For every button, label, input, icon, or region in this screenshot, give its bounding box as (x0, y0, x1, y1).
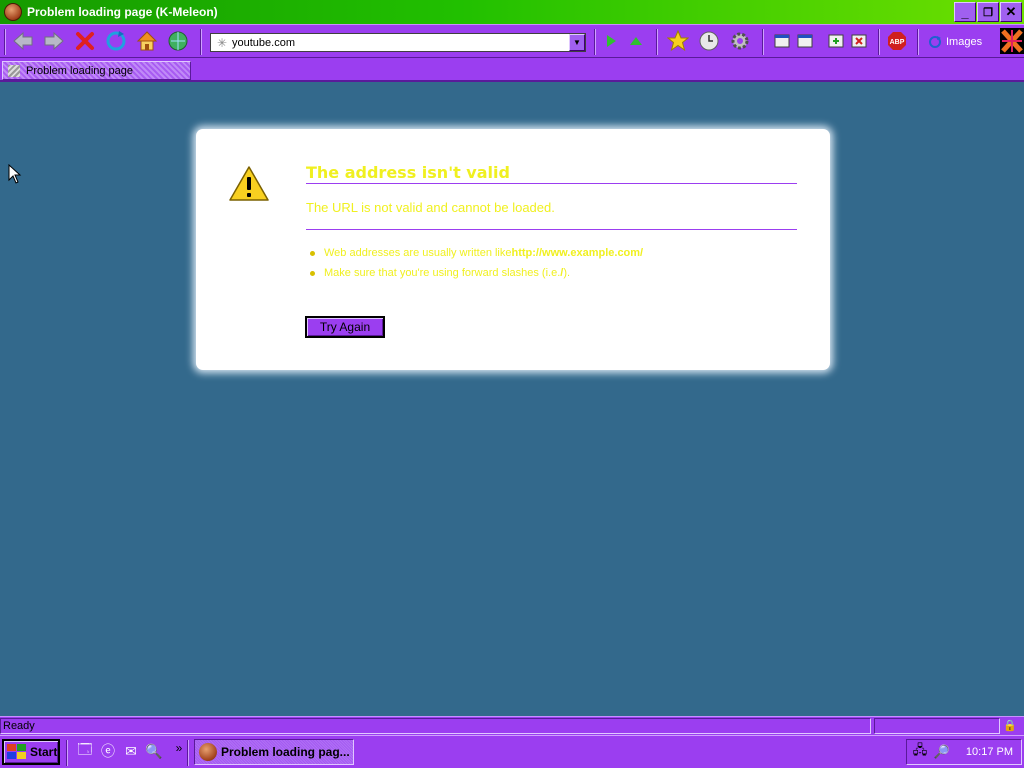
adblock-button[interactable]: ABP (886, 30, 908, 52)
mouse-cursor-icon (8, 164, 22, 184)
reload-icon (106, 31, 126, 51)
title-bar: Problem loading page (K-Meleon) _ ❐ ✕ (0, 0, 1024, 24)
window-title: Problem loading page (K-Meleon) (27, 5, 218, 19)
tab-label: Problem loading page (26, 64, 134, 77)
tab-favicon-icon (8, 64, 20, 77)
hint-example-url: http://www.example.com/ (511, 247, 644, 259)
back-button[interactable] (12, 30, 34, 52)
quicklaunch-desktop-icon[interactable]: 🗔 (76, 741, 94, 760)
try-again-button[interactable]: Try Again (305, 316, 385, 338)
back-icon (13, 31, 33, 51)
hint-text: Web addresses are usually written like (324, 247, 512, 259)
url-input[interactable] (232, 35, 569, 50)
url-bar[interactable]: ✳ ▼ (210, 33, 586, 52)
forward-icon (44, 31, 64, 51)
page-content: The address isn't valid The URL is not v… (0, 84, 1024, 716)
task-label: Problem loading pag... (221, 745, 350, 759)
up-button[interactable] (625, 30, 647, 52)
settings-button[interactable] (729, 30, 751, 52)
start-label: Start (30, 745, 58, 759)
hint-tail: ). (563, 267, 571, 279)
list-item: Web addresses are usually written like h… (306, 247, 643, 259)
forward-button[interactable] (43, 30, 65, 52)
new-tab-button[interactable] (825, 30, 847, 52)
home-button[interactable] (136, 30, 158, 52)
clock[interactable]: 10:17 PM (966, 746, 1013, 758)
window-icon (797, 34, 813, 48)
window-icon (774, 34, 790, 48)
tab-bar: Problem loading page (0, 58, 1024, 82)
stop-button[interactable] (74, 30, 96, 52)
main-toolbar: ✳ ▼ ABP Images (0, 24, 1024, 58)
bullet-icon (310, 270, 315, 276)
bookmarks-button[interactable] (667, 30, 689, 52)
kmeleon-task-icon (199, 743, 217, 761)
start-button[interactable]: Start (2, 739, 60, 765)
tab-problem-loading-page[interactable]: Problem loading page (2, 61, 191, 80)
quicklaunch-search-icon[interactable]: 🔍 (145, 742, 163, 760)
hint-text: Make sure that you're using forward slas… (324, 267, 561, 279)
system-tray: 🖧 🔎 10:17 PM (906, 739, 1022, 765)
new-tab-icon (828, 34, 844, 48)
kmeleon-app-icon[interactable] (4, 3, 22, 21)
network-icon[interactable]: 🖧 (911, 742, 929, 761)
status-progress-panel (874, 718, 1000, 734)
list-item: Make sure that you're using forward slas… (306, 267, 643, 279)
bullet-icon (310, 250, 315, 256)
url-dropdown-button[interactable]: ▼ (569, 34, 585, 51)
restore-button[interactable]: ❐ (977, 2, 999, 22)
kmeleon-logo-icon (1000, 28, 1024, 54)
error-short-description: The URL is not valid and cannot be loade… (306, 200, 797, 230)
error-container: The address isn't valid The URL is not v… (196, 129, 830, 370)
globe-icon (168, 31, 188, 51)
window-button-1[interactable] (771, 30, 793, 52)
stop-icon (76, 32, 94, 50)
quicklaunch-more-button[interactable]: » (170, 739, 188, 757)
go-button[interactable] (600, 30, 622, 52)
history-button[interactable] (698, 30, 720, 52)
adblock-icon: ABP (888, 32, 906, 50)
images-icon (929, 36, 941, 48)
error-title: The address isn't valid (306, 163, 797, 184)
minimize-button[interactable]: _ (954, 2, 976, 22)
close-tab-icon (851, 34, 867, 48)
error-hints-list: Web addresses are usually written like h… (306, 247, 643, 287)
go-icon (607, 35, 616, 47)
window-button-2[interactable] (794, 30, 816, 52)
settings-icon (731, 32, 749, 50)
reload-button[interactable] (105, 30, 127, 52)
close-tab-button[interactable] (848, 30, 870, 52)
loading-spinner-icon: ✳ (216, 35, 228, 50)
bookmarks-star-icon (667, 30, 689, 52)
images-label: Images (946, 36, 983, 48)
quicklaunch-outlook-icon[interactable]: ✉ (122, 742, 140, 760)
quicklaunch-ie-icon[interactable]: ⓔ (99, 742, 117, 760)
images-toggle-button[interactable]: Images (928, 33, 982, 51)
taskbar: Start 🗔 ⓔ ✉ 🔍 » Problem loading pag... 🖧… (0, 735, 1024, 768)
globe-button[interactable] (167, 30, 189, 52)
warning-icon (229, 166, 269, 201)
history-icon (699, 31, 719, 51)
status-bar: Ready 🔒 (0, 716, 1024, 735)
home-icon (136, 31, 158, 51)
status-text: Ready (0, 718, 871, 734)
svg-text:ABP: ABP (890, 39, 905, 46)
taskbar-item-kmeleon[interactable]: Problem loading pag... (194, 739, 354, 765)
search-tray-icon[interactable]: 🔎 (933, 743, 951, 761)
windows-flag-icon (7, 744, 27, 760)
up-icon (630, 37, 642, 45)
close-window-button[interactable]: ✕ (1000, 2, 1022, 22)
security-lock-icon[interactable]: 🔒 (1003, 719, 1017, 732)
